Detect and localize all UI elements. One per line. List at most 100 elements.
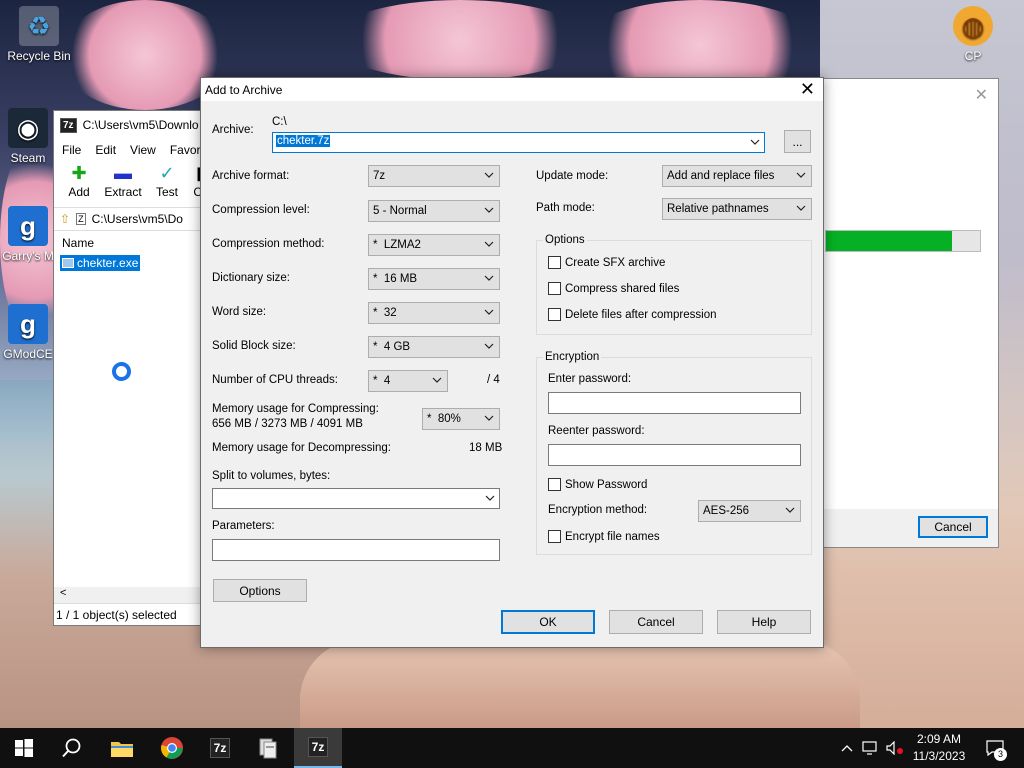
scroll-left-arrow[interactable]: < [60,587,66,599]
reenter-password-label: Reenter password: [548,425,645,437]
menu-bar: File Edit View Favorit [54,139,212,161]
desktop-icon-garrys-mod[interactable]: g Garry's M [2,206,54,263]
progress-close-icon[interactable]: ✕ [975,85,988,105]
delete-after-checkbox[interactable]: Delete files after compression [548,308,716,321]
chevron-down-icon[interactable] [485,493,495,503]
extract-label: Extract [104,185,142,199]
gmodce-icon: g [8,304,48,344]
pizza-icon: ◍ [953,6,993,46]
create-sfx-checkbox[interactable]: Create SFX archive [548,256,665,269]
test-button[interactable]: ✓ Test [150,161,184,207]
checkbox-box[interactable] [548,308,561,321]
compression-level-label: Compression level: [212,204,310,216]
desktop-icon-recycle-bin[interactable]: ♻ Recycle Bin [2,6,76,63]
archive-format-label: Archive format: [212,170,290,182]
7zip-active-icon: 7z [307,737,329,757]
progress-cancel-button[interactable]: Cancel [918,516,988,538]
split-volumes-combo[interactable] [212,488,500,509]
compress-shared-checkbox[interactable]: Compress shared files [548,282,679,295]
progress-bar-fill [826,231,953,251]
taskbar-chrome[interactable] [148,728,196,768]
exe-icon [62,258,74,268]
compression-level-select[interactable]: 5 - Normal [368,200,500,222]
notification-count: 3 [994,748,1007,761]
dictionary-size-select[interactable]: * 16 MB [368,268,500,290]
file-item[interactable]: chekter.exe [60,255,141,271]
path-mode-value: Relative pathnames [667,203,769,215]
search-button[interactable] [48,728,96,768]
tray-show-hidden[interactable] [838,728,856,768]
horizontal-scrollbar[interactable]: < [54,587,212,603]
chevron-down-icon [484,172,494,178]
dialog-titlebar[interactable]: Add to Archive ✕ [201,78,823,101]
compression-method-select[interactable]: * LZMA2 [368,234,500,256]
ok-button[interactable]: OK [501,610,595,634]
clock-time: 2:09 AM [916,732,962,746]
dictionary-size-value: * 16 MB [373,273,418,285]
compression-level-value: 5 - Normal [373,205,427,217]
address-bar[interactable]: ⇧ Z C:\Users\vm5\Do [54,207,212,231]
action-center-button[interactable]: 3 [980,728,1010,768]
encryption-method-value: AES-256 [703,505,750,517]
cpu-threads-label: Number of CPU threads: [212,374,338,386]
toolbar: ✚ Add ▬ Extract ✓ Test ▮ Co [54,161,212,207]
chevron-down-icon [796,205,806,211]
cpu-threads-select[interactable]: * 4 [368,370,448,392]
file-manager-titlebar[interactable]: 7z C:\Users\vm5\Downlo [54,111,212,139]
parameters-input[interactable] [212,539,500,561]
network-icon [862,741,877,755]
reenter-password-input[interactable] [548,444,801,466]
column-header-name[interactable]: Name [54,231,212,255]
solid-block-size-select[interactable]: * 4 GB [368,336,500,358]
update-mode-select[interactable]: Add and replace files [662,165,812,187]
desktop-icon-label: CP [964,49,982,63]
chevron-down-icon[interactable] [750,137,760,147]
menu-edit[interactable]: Edit [95,143,116,157]
help-button[interactable]: Help [717,610,811,634]
search-icon [62,738,81,758]
show-password-checkbox[interactable]: Show Password [548,478,647,491]
cancel-button[interactable]: Cancel [609,610,703,634]
tray-clock[interactable]: 2:09 AM 11/3/2023 [904,731,974,765]
encryption-group-label: Encryption [543,351,602,363]
encrypt-names-checkbox[interactable]: Encrypt file names [548,530,660,543]
word-size-select[interactable]: * 32 [368,302,500,324]
folder-up-icon[interactable]: ⇧ [60,212,70,226]
taskbar-7zip[interactable]: 7z [196,728,244,768]
extract-button[interactable]: ▬ Extract [104,161,142,207]
compression-method-label: Compression method: [212,238,325,250]
taskbar-archive-app[interactable] [244,728,292,768]
archive-format-select[interactable]: 7z [368,165,500,187]
desktop-icon-label: Recycle Bin [7,49,71,63]
taskbar: 7z 7z 2:09 AM 11/3/2023 3 [0,728,1024,768]
dialog-close-icon[interactable]: ✕ [800,79,815,100]
browse-button[interactable]: ... [784,130,811,153]
tray-network[interactable] [860,728,882,768]
add-to-archive-dialog: Add to Archive ✕ Archive: C:\ chekter.7z… [200,77,824,648]
menu-file[interactable]: File [62,143,81,157]
tray-volume[interactable] [884,728,906,768]
start-button[interactable] [0,728,48,768]
desktop-icon-cp[interactable]: ◍ CP [936,6,1010,63]
taskbar-file-explorer[interactable] [98,728,146,768]
memory-percent-value: * 80% [427,413,461,425]
path-mode-select[interactable]: Relative pathnames [662,198,812,220]
checkbox-box[interactable] [548,282,561,295]
desktop-icon-steam[interactable]: ◉ Steam [2,108,54,165]
checkbox-box[interactable] [548,256,561,269]
memory-percent-select[interactable]: * 80% [422,408,500,430]
encryption-method-select[interactable]: AES-256 [698,500,801,522]
taskbar-7zip-active[interactable]: 7z [294,728,342,768]
steam-icon: ◉ [8,108,48,148]
password-input[interactable] [548,392,801,414]
chevron-down-icon [484,309,494,315]
checkbox-box[interactable] [548,478,561,491]
archive-name-combo[interactable]: chekter.7z [272,132,765,153]
menu-view[interactable]: View [130,143,156,157]
options-button[interactable]: Options [213,579,307,602]
show-password-label: Show Password [565,478,648,491]
checkbox-box[interactable] [548,530,561,543]
add-button[interactable]: ✚ Add [62,161,96,207]
desktop-icon-gmodce[interactable]: g GModCE [2,304,54,361]
memory-compress-value: 656 MB / 3273 MB / 4091 MB [212,418,363,430]
